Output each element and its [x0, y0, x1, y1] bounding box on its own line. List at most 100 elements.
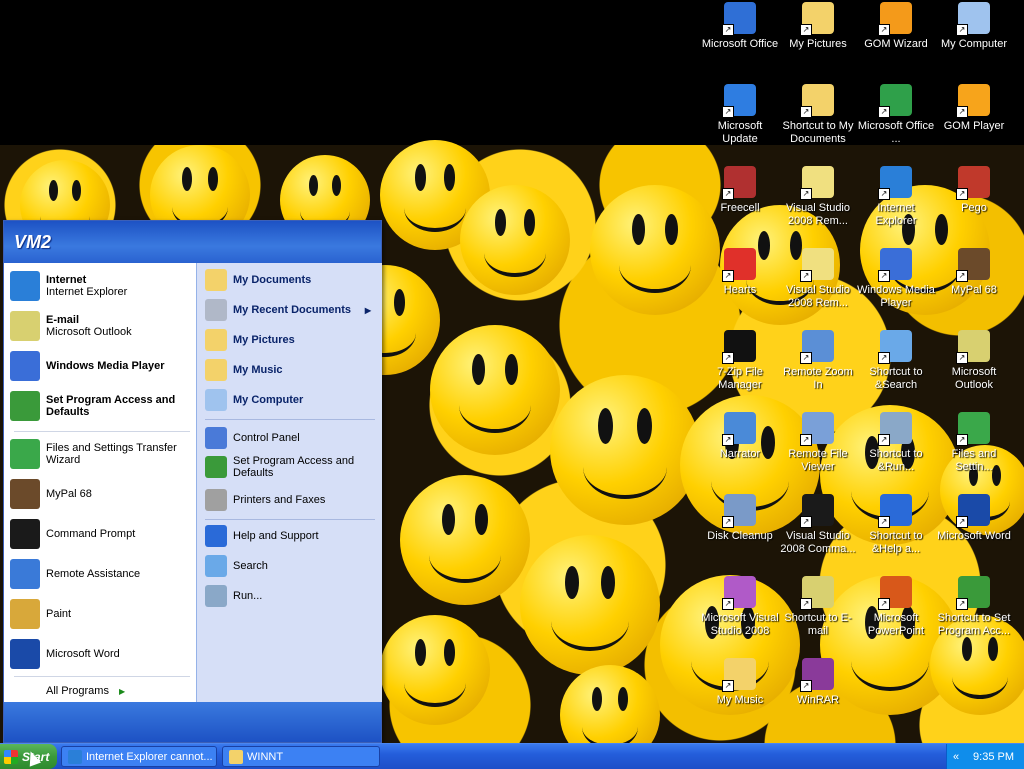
desktop-icon-label: My Pictures [789, 38, 847, 50]
desktop-icon[interactable]: ↗ Freecell [701, 166, 779, 215]
submenu-arrow-icon: ▶ [364, 305, 371, 315]
search-icon [205, 555, 227, 577]
desktop-icon[interactable]: ↗ Disk Cleanup [701, 494, 779, 543]
desktop-icon-label: Microsoft Office ... [857, 120, 935, 145]
start-place-item[interactable]: My Computer [205, 389, 377, 411]
desktop-icon[interactable]: ↗ Shortcut to &Run... [857, 412, 935, 474]
folder-pictures-icon: ↗ [800, 2, 834, 36]
desktop-icon[interactable]: ↗ Microsoft Office [701, 2, 779, 51]
email-icon: ↗ [800, 576, 834, 610]
desktop-icon[interactable]: ↗ My Computer [935, 2, 1013, 51]
start-recent-item[interactable]: MyPal 68 [10, 479, 192, 509]
desktop-icon[interactable]: ↗ 7-Zip File Manager [701, 330, 779, 392]
start-pinned-item[interactable]: Internet Internet Explorer [10, 271, 192, 301]
desktop-icon[interactable]: ↗ Internet Explorer [857, 166, 935, 228]
start-recent-item[interactable]: Remote Assistance [10, 559, 192, 589]
word-icon: ↗ [956, 494, 990, 528]
desktop-icon[interactable]: ↗ Pego [935, 166, 1013, 215]
separator [14, 431, 190, 432]
desktop-icon[interactable]: ↗ Hearts [701, 248, 779, 297]
desktop-icon[interactable]: ↗ Windows Media Player [857, 248, 935, 310]
office-icon: ↗ [722, 2, 756, 36]
desktop-icon[interactable]: ↗ Shortcut to &Search [857, 330, 935, 392]
desktop-icon-label: Windows Media Player [857, 284, 935, 309]
shortcut-arrow-icon: ↗ [956, 270, 968, 282]
start-recent-item[interactable]: Microsoft Word [10, 639, 192, 669]
visual-studio-icon: ↗ [722, 576, 756, 610]
start-settings-item[interactable]: Set Program Access and Defaults [205, 455, 377, 479]
desktop-icon[interactable]: ↗ MyPal 68 [935, 248, 1013, 297]
place-label: My Recent Documents [233, 304, 351, 316]
start-recent-item[interactable]: Command Prompt [10, 519, 192, 549]
desktop-icon[interactable]: ↗ WinRAR [779, 658, 857, 707]
start-place-item[interactable]: My Music [205, 359, 377, 381]
mypal-icon [10, 479, 40, 509]
all-programs-button[interactable]: All Programs ▶ [46, 685, 125, 697]
desktop-icon[interactable]: ↗ My Music [701, 658, 779, 707]
start-tool-item[interactable]: Search [205, 555, 377, 577]
mypal-icon: ↗ [956, 248, 990, 282]
start-pinned-item[interactable]: Set Program Access and Defaults [10, 391, 192, 421]
desktop-icon[interactable]: ↗ Remote Zoom In [779, 330, 857, 392]
desktop-icon[interactable]: ↗ My Pictures [779, 2, 857, 51]
folder-music-icon [205, 359, 227, 381]
start-settings-item[interactable]: Printers and Faxes [205, 489, 377, 511]
smiley-face [380, 615, 490, 725]
shortcut-arrow-icon: ↗ [878, 516, 890, 528]
start-tool-item[interactable]: Help and Support [205, 525, 377, 547]
desktop-icon[interactable]: ↗ Microsoft Office ... [857, 84, 935, 146]
desktop-icon[interactable]: ↗ Shortcut to E-mail [779, 576, 857, 638]
start-place-item[interactable]: My Pictures [205, 329, 377, 351]
start-recent-item[interactable]: Paint [10, 599, 192, 629]
recent-label: Microsoft Word [46, 648, 120, 660]
shortcut-arrow-icon: ↗ [800, 270, 812, 282]
outlook-icon: ↗ [956, 330, 990, 364]
desktop-icon-label: GOM Wizard [864, 38, 928, 50]
folder-music-icon: ↗ [722, 658, 756, 692]
start-pinned-item[interactable]: Windows Media Player [10, 351, 192, 381]
disk-cleanup-icon: ↗ [722, 494, 756, 528]
start-menu-footer [4, 702, 381, 742]
desktop-icon[interactable]: ↗ GOM Player [935, 84, 1013, 133]
desktop-icon[interactable]: ↗ Visual Studio 2008 Rem... [779, 248, 857, 310]
start-place-item[interactable]: My Documents [205, 269, 377, 291]
tool-label: Search [233, 560, 268, 572]
desktop-icon[interactable]: ↗ GOM Wizard [857, 2, 935, 51]
desktop-icon[interactable]: ↗ Microsoft Outlook [935, 330, 1013, 392]
start-tool-item[interactable]: Run... [205, 585, 377, 607]
desktop-icon[interactable]: ↗ Visual Studio 2008 Rem... [779, 166, 857, 228]
shortcut-arrow-icon: ↗ [956, 352, 968, 364]
shortcut-arrow-icon: ↗ [878, 352, 890, 364]
desktop-icon[interactable]: ↗ Visual Studio 2008 Comma... [779, 494, 857, 556]
desktop-icon[interactable]: ↗ Microsoft Word [935, 494, 1013, 543]
desktop-icon[interactable]: ↗ Narrator [701, 412, 779, 461]
desktop-icon[interactable]: ↗ Files and Settin... [935, 412, 1013, 474]
desktop-icon[interactable]: ↗ Shortcut to &Help a... [857, 494, 935, 556]
desktop-icon[interactable]: ↗ Shortcut to Set Program Acc... [935, 576, 1013, 638]
clock[interactable]: 9:35 PM [973, 751, 1014, 763]
desktop-icon[interactable]: ↗ Remote File Viewer [779, 412, 857, 474]
start-settings-item[interactable]: Control Panel [205, 427, 377, 449]
set-program-access-icon [205, 456, 227, 478]
task-button-internet-explorer[interactable]: Internet Explorer cannot... [61, 746, 217, 767]
start-recent-item[interactable]: Files and Settings Transfer Wizard [10, 439, 192, 469]
shortcut-arrow-icon: ↗ [878, 598, 890, 610]
gom-player-icon: ↗ [956, 84, 990, 118]
desktop-icon[interactable]: ↗ Microsoft Visual Studio 2008 [701, 576, 779, 638]
task-button-winnt[interactable]: WINNT [222, 746, 380, 767]
shortcut-arrow-icon: ↗ [722, 598, 734, 610]
set-program-access-icon: ↗ [956, 576, 990, 610]
folder-documents-icon [205, 269, 227, 291]
folder-pictures-icon [205, 329, 227, 351]
desktop-icon-label: Remote File Viewer [788, 448, 848, 473]
desktop-icon[interactable]: ↗ Microsoft Update [701, 84, 779, 146]
shortcut-arrow-icon: ↗ [956, 516, 968, 528]
pinned-title: Windows Media Player [46, 360, 165, 372]
start-pinned-item[interactable]: E-mail Microsoft Outlook [10, 311, 192, 341]
desktop-icon[interactable]: ↗ Microsoft PowerPoint [857, 576, 935, 638]
desktop-icon[interactable]: ↗ Shortcut to My Documents [779, 84, 857, 146]
recent-documents-icon [205, 299, 227, 321]
start-place-item[interactable]: My Recent Documents ▶ [205, 299, 377, 321]
seven-zip-icon: ↗ [722, 330, 756, 364]
tray-expand-button[interactable]: « [953, 751, 959, 763]
